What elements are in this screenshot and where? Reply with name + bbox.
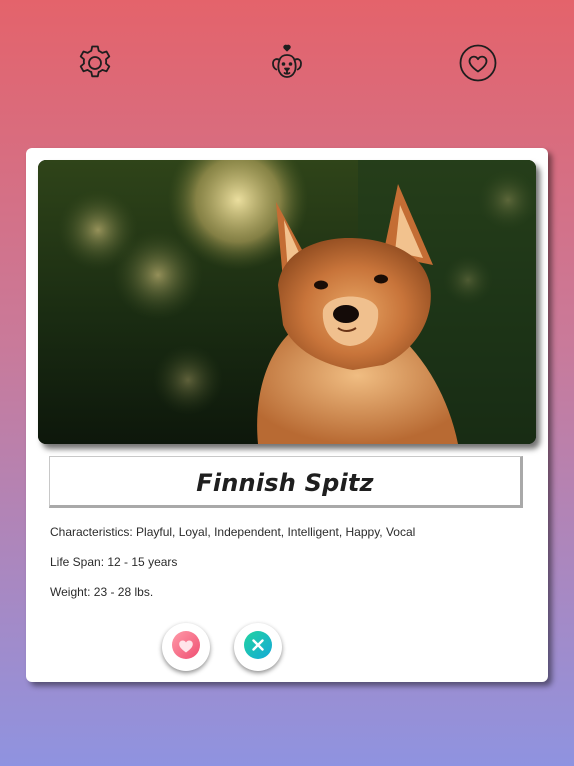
home-button[interactable]	[267, 43, 307, 88]
breed-name-box: Finnish Spitz	[49, 456, 523, 508]
like-button[interactable]	[162, 623, 210, 671]
dog-with-heart-icon	[267, 43, 307, 88]
weight-text: Weight: 23 - 28 lbs.	[50, 585, 154, 599]
heart-circle-icon	[458, 43, 498, 88]
close-icon	[243, 630, 273, 665]
favorites-button[interactable]	[458, 43, 498, 88]
life-span-text: Life Span: 12 - 15 years	[50, 555, 178, 569]
heart-icon	[171, 630, 201, 665]
characteristics-text: Characteristics: Playful, Loyal, Indepen…	[50, 525, 416, 539]
dislike-button[interactable]	[234, 623, 282, 671]
gear-icon	[75, 43, 115, 88]
dog-photo	[38, 160, 536, 444]
settings-button[interactable]	[75, 45, 115, 85]
breed-name: Finnish Spitz	[196, 469, 374, 497]
breed-card: Finnish Spitz Characteristics: Playful, …	[26, 148, 548, 682]
